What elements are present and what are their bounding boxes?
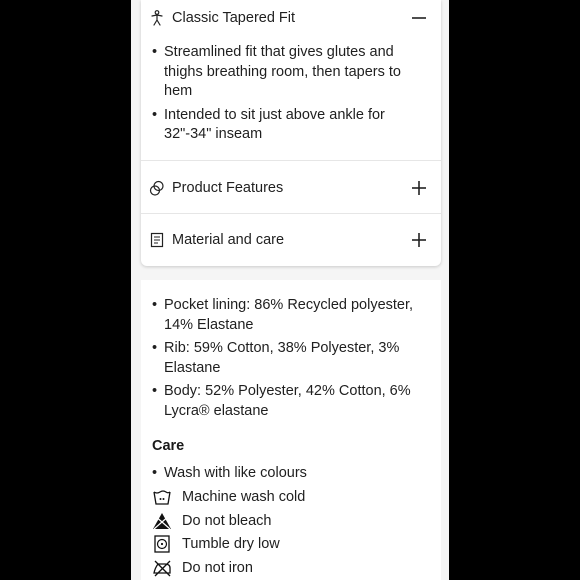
list-item: Streamlined fit that gives glutes and th…	[152, 43, 410, 102]
care-item-label: Tumble dry low	[182, 536, 280, 552]
care-item: Do not bleach	[152, 511, 271, 531]
care-heading: Care	[152, 438, 185, 454]
care-item-label: Machine wash cold	[182, 489, 306, 505]
document-icon	[150, 232, 164, 248]
person-icon	[151, 10, 163, 26]
care-item: Do not iron	[152, 558, 253, 578]
details-accordion: Classic Tapered Fit Streamlined fit that…	[141, 0, 441, 266]
care-item-label: Do not bleach	[182, 513, 272, 529]
tumble-dry-low-icon	[154, 535, 170, 553]
list-item: Intended to sit just above ankle for 32"…	[152, 106, 410, 145]
materials-list: Pocket lining: 86% Recycled polyester, 1…	[152, 296, 417, 425]
accordion-material-header[interactable]: Material and care	[141, 222, 441, 258]
list-item: Wash with like colours	[152, 464, 417, 484]
material-care-panel: Pocket lining: 86% Recycled polyester, 1…	[141, 280, 441, 580]
expand-icon[interactable]	[411, 232, 427, 248]
list-item: Body: 52% Polyester, 42% Cotton, 6% Lycr…	[152, 382, 417, 421]
list-item: Rib: 59% Cotton, 38% Polyester, 3% Elast…	[152, 339, 417, 378]
machine-wash-cold-icon	[153, 490, 171, 505]
care-item: Tumble dry low	[152, 534, 280, 554]
list-item: Pocket lining: 86% Recycled polyester, 1…	[152, 296, 417, 335]
product-details-screen: Classic Tapered Fit Streamlined fit that…	[131, 0, 449, 580]
divider	[141, 213, 441, 214]
care-item-label: Do not iron	[182, 560, 253, 576]
accordion-fit-header[interactable]: Classic Tapered Fit	[141, 0, 441, 36]
care-item: Machine wash cold	[152, 487, 305, 507]
accordion-features-title: Product Features	[172, 180, 284, 196]
care-list: Wash with like colours	[152, 464, 417, 488]
features-icon	[149, 180, 164, 196]
do-not-bleach-icon	[153, 513, 171, 530]
accordion-features-header[interactable]: Product Features	[141, 170, 441, 206]
fit-bullet-list: Streamlined fit that gives glutes and th…	[152, 43, 410, 149]
divider	[141, 160, 441, 161]
expand-icon[interactable]	[411, 180, 427, 196]
accordion-fit-title: Classic Tapered Fit	[172, 10, 296, 26]
collapse-icon[interactable]	[411, 10, 427, 26]
do-not-iron-icon	[153, 560, 171, 577]
accordion-material-title: Material and care	[172, 232, 285, 248]
